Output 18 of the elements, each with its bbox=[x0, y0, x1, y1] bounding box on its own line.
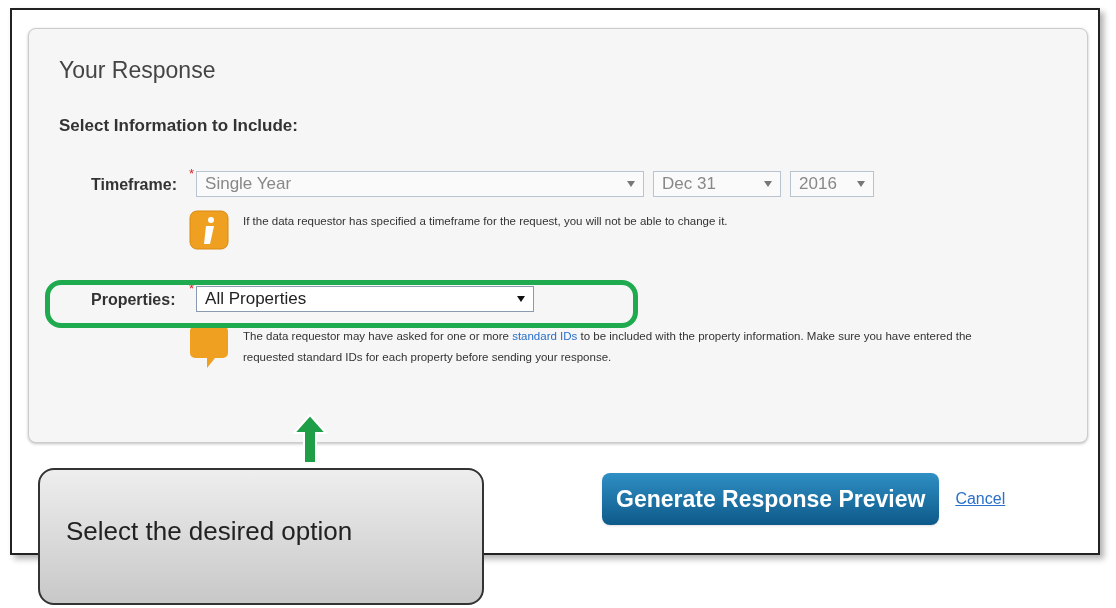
standard-ids-link[interactable]: standard IDs bbox=[512, 330, 578, 342]
caret-icon bbox=[627, 181, 636, 187]
caret-icon bbox=[764, 181, 773, 187]
field-label: Timeframe: bbox=[90, 175, 178, 195]
speech-bubble-icon bbox=[189, 325, 229, 369]
panel-title: Your Response bbox=[59, 59, 217, 82]
generate-preview-button[interactable]: Generate Response Preview bbox=[602, 473, 940, 525]
note-text: If the data requestor has specified a timeframe for the request, you will not be able to change it. bbox=[243, 214, 729, 229]
caret-icon bbox=[857, 181, 866, 187]
note-text: The data requestor may have asked for one or more standard IDs to be included with the property information. Make sure you have entered the requested standard IDs for each property before sending your response. bbox=[243, 329, 973, 365]
cancel-link[interactable]: Cancel bbox=[955, 487, 1006, 511]
caret-icon bbox=[517, 296, 526, 302]
select-field[interactable]: All Properties bbox=[196, 286, 535, 312]
section-heading: Select Information to Include: bbox=[59, 117, 299, 134]
field-label: Properties: bbox=[90, 290, 177, 310]
info-icon bbox=[189, 210, 229, 250]
callout-text: Select the desired option bbox=[66, 515, 353, 548]
required-mark: * bbox=[189, 167, 195, 180]
